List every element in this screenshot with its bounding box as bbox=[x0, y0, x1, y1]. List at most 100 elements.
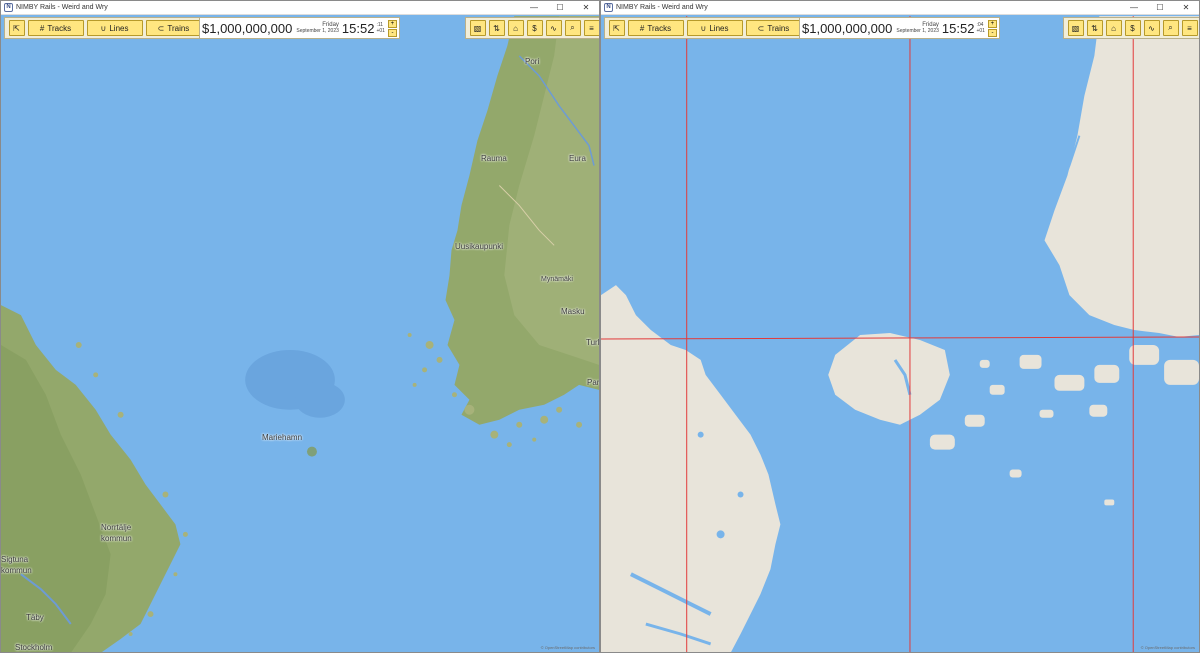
flat-map[interactable] bbox=[601, 15, 1199, 653]
menu-icon: ≡ bbox=[589, 23, 594, 33]
map-label-sigtuna[interactable]: Sigtuna bbox=[1, 555, 28, 564]
lines-icon: ∪ bbox=[100, 23, 107, 33]
money-display: $1,000,000,000 bbox=[802, 20, 893, 36]
clock-display: 15:52 bbox=[341, 20, 375, 36]
main-toolbar: ⇱ # Tracks ∪ Lines ⊂ Trains bbox=[604, 17, 806, 39]
tag-icon: ⌂ bbox=[1111, 23, 1116, 33]
map-label-taby[interactable]: Täby bbox=[26, 613, 44, 622]
train-icon: ⊂ bbox=[757, 23, 765, 33]
map-attribution: © OpenStreetMap contributors bbox=[540, 645, 595, 650]
cursor-icon: ⇱ bbox=[613, 23, 620, 33]
map-label-stockholm[interactable]: Stockholm bbox=[15, 643, 52, 652]
game-window-right: N NIMBY Rails - Weird and Wry — ☐ ✕ ⇱ # … bbox=[600, 0, 1200, 653]
map-attribution: © OpenStreetMap contributors bbox=[1140, 645, 1195, 650]
map-layers-icon: ▧ bbox=[1071, 23, 1080, 33]
search-icon: ⌕ bbox=[1168, 23, 1173, 32]
map-layers-button[interactable]: ▧ bbox=[1067, 20, 1084, 36]
game-window-left: N NIMBY Rails - Weird and Wry — ☐ ✕ ⇱ # … bbox=[0, 0, 600, 653]
app-icon: N bbox=[4, 3, 13, 12]
lines-button[interactable]: ∪ Lines bbox=[86, 20, 143, 36]
finance-button[interactable]: $ bbox=[526, 20, 543, 36]
title-bar[interactable]: N NIMBY Rails - Weird and Wry — ☐ ✕ bbox=[601, 1, 1199, 15]
map-label-uusikaupunki[interactable]: Uusikaupunki bbox=[455, 242, 503, 251]
date-label: September 1, 2023 bbox=[296, 28, 339, 34]
window-title: NIMBY Rails - Weird and Wry bbox=[16, 4, 108, 11]
satellite-map[interactable] bbox=[1, 15, 599, 653]
select-button[interactable]: ⇱ bbox=[608, 20, 625, 36]
tag-icon: ⌂ bbox=[513, 23, 518, 33]
map-label-parainen[interactable]: Par bbox=[587, 378, 599, 387]
route-button[interactable]: ∿ bbox=[1143, 20, 1160, 36]
speed-down-button[interactable]: - bbox=[387, 28, 397, 37]
finance-button[interactable]: $ bbox=[1124, 20, 1141, 36]
app-icon: N bbox=[604, 3, 613, 12]
route-icon: ∿ bbox=[550, 23, 557, 33]
maximize-icon[interactable]: ☐ bbox=[547, 3, 573, 12]
map-label-mynamaki[interactable]: Mynämäki bbox=[541, 276, 573, 283]
main-toolbar: ⇱ # Tracks ∪ Lines ⊂ Trains bbox=[4, 17, 206, 39]
tracks-button[interactable]: # Tracks bbox=[627, 20, 684, 36]
map-label-rauma[interactable]: Rauma bbox=[481, 154, 507, 163]
tracks-button[interactable]: # Tracks bbox=[27, 20, 84, 36]
close-icon[interactable]: ✕ bbox=[573, 3, 599, 12]
map-label-norrtalje[interactable]: Norrtälje bbox=[101, 523, 131, 532]
map-label-mariehamn[interactable]: Mariehamn bbox=[262, 433, 302, 442]
timezone-label: +01 bbox=[376, 28, 385, 34]
select-button[interactable]: ⇱ bbox=[8, 20, 25, 36]
sort-button[interactable]: ⇅ bbox=[1086, 20, 1103, 36]
status-panel: $1,000,000,000 Friday September 1, 2023 1… bbox=[199, 17, 400, 39]
status-panel: $1,000,000,000 Friday September 1, 2023 1… bbox=[799, 17, 1000, 39]
tag-button[interactable]: ⌂ bbox=[507, 20, 524, 36]
speed-down-button[interactable]: - bbox=[987, 28, 997, 37]
route-button[interactable]: ∿ bbox=[545, 20, 562, 36]
map-label-norrtalje-kommun[interactable]: kommun bbox=[101, 534, 132, 543]
title-bar[interactable]: N NIMBY Rails - Weird and Wry — ☐ ✕ bbox=[1, 1, 599, 15]
map-label-pori[interactable]: Pori bbox=[525, 57, 539, 66]
map-layers-icon: ▧ bbox=[473, 23, 482, 33]
map-label-turku[interactable]: Turk bbox=[586, 338, 599, 347]
tracks-label: Tracks bbox=[647, 23, 672, 33]
trains-label: Trains bbox=[767, 23, 790, 33]
search-button[interactable]: ⌕ bbox=[1162, 20, 1179, 36]
menu-button[interactable]: ≡ bbox=[583, 20, 599, 36]
window-title: NIMBY Rails - Weird and Wry bbox=[616, 4, 708, 11]
close-icon[interactable]: ✕ bbox=[1173, 3, 1199, 12]
lines-icon: ∪ bbox=[700, 23, 707, 33]
tracks-icon: # bbox=[639, 23, 645, 33]
speed-up-button[interactable]: + bbox=[987, 19, 997, 28]
maximize-icon[interactable]: ☐ bbox=[1147, 3, 1173, 12]
search-icon: ⌕ bbox=[570, 23, 575, 32]
cursor-icon: ⇱ bbox=[13, 23, 20, 33]
sort-icon: ⇅ bbox=[1091, 23, 1098, 33]
dollar-icon: $ bbox=[532, 23, 537, 33]
menu-icon: ≡ bbox=[1187, 23, 1192, 33]
right-toolbar: ▧ ⇅ ⌂ $ ∿ ⌕ ≡ bbox=[465, 17, 599, 39]
right-toolbar: ▧ ⇅ ⌂ $ ∿ ⌕ ≡ bbox=[1063, 17, 1199, 39]
sort-button[interactable]: ⇅ bbox=[488, 20, 505, 36]
lines-button[interactable]: ∪ Lines bbox=[686, 20, 743, 36]
clock-display: 15:52 bbox=[941, 20, 975, 36]
tracks-label: Tracks bbox=[47, 23, 72, 33]
search-button[interactable]: ⌕ bbox=[564, 20, 581, 36]
dollar-icon: $ bbox=[1130, 23, 1135, 33]
map-label-sigtuna-kommun[interactable]: kommun bbox=[1, 566, 32, 575]
tracks-icon: # bbox=[39, 23, 45, 33]
map-layers-button[interactable]: ▧ bbox=[469, 20, 486, 36]
trains-button[interactable]: ⊂ Trains bbox=[745, 20, 802, 36]
map-label-masku[interactable]: Masku bbox=[561, 307, 585, 316]
route-icon: ∿ bbox=[1148, 23, 1155, 33]
lines-label: Lines bbox=[109, 23, 129, 33]
menu-button[interactable]: ≡ bbox=[1181, 20, 1198, 36]
date-label: September 1, 2023 bbox=[896, 28, 939, 34]
tag-button[interactable]: ⌂ bbox=[1105, 20, 1122, 36]
timezone-label: +01 bbox=[976, 28, 985, 34]
sort-icon: ⇅ bbox=[493, 23, 500, 33]
minimize-icon[interactable]: — bbox=[1121, 3, 1147, 12]
trains-label: Trains bbox=[167, 23, 190, 33]
lines-label: Lines bbox=[709, 23, 729, 33]
trains-button[interactable]: ⊂ Trains bbox=[145, 20, 202, 36]
speed-up-button[interactable]: + bbox=[387, 19, 397, 28]
train-icon: ⊂ bbox=[157, 23, 165, 33]
map-label-eura[interactable]: Eura bbox=[569, 154, 586, 163]
minimize-icon[interactable]: — bbox=[521, 3, 547, 12]
